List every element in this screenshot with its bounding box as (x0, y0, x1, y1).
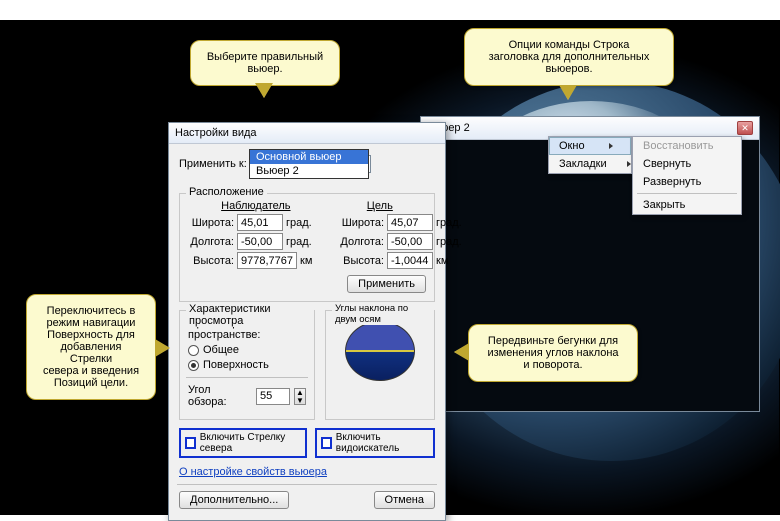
menu-label: Окно (559, 140, 585, 152)
tilt-fieldset: Углы наклона по двум осям (325, 310, 435, 420)
checkbox-label: Включить Стрелку севера (200, 432, 301, 454)
menu-label: Восстановить (643, 140, 713, 152)
menu-item-close[interactable]: Закрыть (633, 196, 741, 214)
menu-item-minimize[interactable]: Свернуть (633, 155, 741, 173)
lon-label: Долгота: (188, 236, 234, 248)
tgt-lon-input[interactable] (387, 233, 433, 250)
tgt-lat-input[interactable] (387, 214, 433, 231)
menu-item-window[interactable]: Окно (549, 137, 631, 155)
tilt-legend: Углы наклона по двум осям (332, 303, 434, 325)
menu-item-maximize[interactable]: Развернуть (633, 173, 741, 191)
callout-titlebar-options: Опции команды Строка заголовка для допол… (464, 28, 674, 86)
chevron-right-icon (609, 143, 613, 149)
window-menu: Окно Закладки (548, 136, 632, 174)
attitude-indicator[interactable] (345, 321, 415, 381)
dialog-titlebar[interactable]: Настройки вида (169, 123, 445, 144)
window-submenu: Восстановить Свернуть Развернуть Закрыть (632, 136, 742, 215)
menu-label: Закладки (559, 158, 607, 170)
obs-lat-input[interactable] (237, 214, 283, 231)
menu-label: Развернуть (643, 176, 701, 188)
dropdown-item-v2[interactable]: Вьюер 2 (250, 164, 368, 178)
apply-to-dropdown: Основной вьюер Вьюер 2 (249, 149, 369, 179)
callout-tail (560, 86, 576, 100)
spinner-icon[interactable]: ▲▼ (294, 388, 306, 405)
view-characteristics-fieldset: Характеристики просмотра Ориентирование … (179, 310, 315, 420)
unit-label: град. (286, 217, 314, 229)
menu-item-bookmarks[interactable]: Закладки (549, 155, 631, 173)
callout-surface-mode: Переключитесь в режим навигации Поверхно… (26, 294, 156, 400)
fov-label: Угол обзора: (188, 384, 252, 408)
callout-tail (256, 84, 272, 98)
unit-label: км (436, 255, 464, 267)
north-arrow-checkbox[interactable]: Включить Стрелку севера (179, 428, 307, 458)
callout-select-viewer: Выберите правильный вьюер. (190, 40, 340, 86)
cancel-button[interactable]: Отмена (374, 491, 435, 509)
checkbox-icon (185, 437, 196, 449)
menu-separator (637, 193, 737, 194)
location-legend: Расположение (186, 186, 267, 198)
location-fieldset: Расположение Наблюдатель Цель Широта: гр… (179, 193, 435, 302)
help-link[interactable]: О настройке свойств вьюера (179, 466, 327, 478)
separator (186, 377, 308, 378)
target-header: Цель (367, 200, 393, 212)
viewfinder-checkbox[interactable]: Включить видоискатель (315, 428, 435, 458)
unit-label: град. (436, 236, 464, 248)
unit-label: км (300, 255, 328, 267)
lon-label: Долгота: (338, 236, 384, 248)
menu-label: Закрыть (643, 199, 685, 211)
separator (177, 484, 437, 485)
dropdown-item-main[interactable]: Основной вьюер (250, 150, 368, 164)
radio-label: Поверхность (203, 359, 269, 371)
alt-label: Высота: (188, 255, 234, 267)
unit-label: град. (286, 236, 314, 248)
unit-label: град. (436, 217, 464, 229)
observer-header: Наблюдатель (221, 200, 290, 212)
callout-drag-sliders: Передвиньте бегунки для изменения углов … (468, 324, 638, 382)
advanced-button[interactable]: Дополнительно... (179, 491, 289, 509)
alt-label: Высота: (338, 255, 384, 267)
viewchar-legend: Характеристики просмотра (186, 303, 314, 327)
callout-tail (454, 344, 468, 360)
dialog-title: Настройки вида (175, 127, 257, 139)
radio-surface[interactable] (188, 360, 199, 371)
checkbox-icon (321, 437, 332, 449)
obs-alt-input[interactable] (237, 252, 297, 269)
chevron-right-icon (627, 161, 631, 167)
obs-lon-input[interactable] (237, 233, 283, 250)
apply-button[interactable]: Применить (347, 275, 426, 293)
apply-to-label: Применить к: (179, 158, 247, 170)
lat-label: Широта: (188, 217, 234, 229)
radio-general[interactable] (188, 345, 199, 356)
tgt-alt-input[interactable] (387, 252, 433, 269)
lat-label: Широта: (338, 217, 384, 229)
close-icon[interactable]: ✕ (737, 121, 753, 135)
view-settings-dialog: Настройки вида Применить к: Вьюер 2 Осно… (168, 122, 446, 521)
menu-label: Свернуть (643, 158, 691, 170)
dialog-body: Применить к: Вьюер 2 Основной вьюер Вьюе… (169, 144, 445, 520)
checkbox-label: Включить видоискатель (336, 432, 429, 454)
radio-label: Общее (203, 344, 239, 356)
callout-tail (156, 340, 170, 356)
fov-input[interactable] (256, 388, 290, 405)
menu-item-restore[interactable]: Восстановить (633, 137, 741, 155)
